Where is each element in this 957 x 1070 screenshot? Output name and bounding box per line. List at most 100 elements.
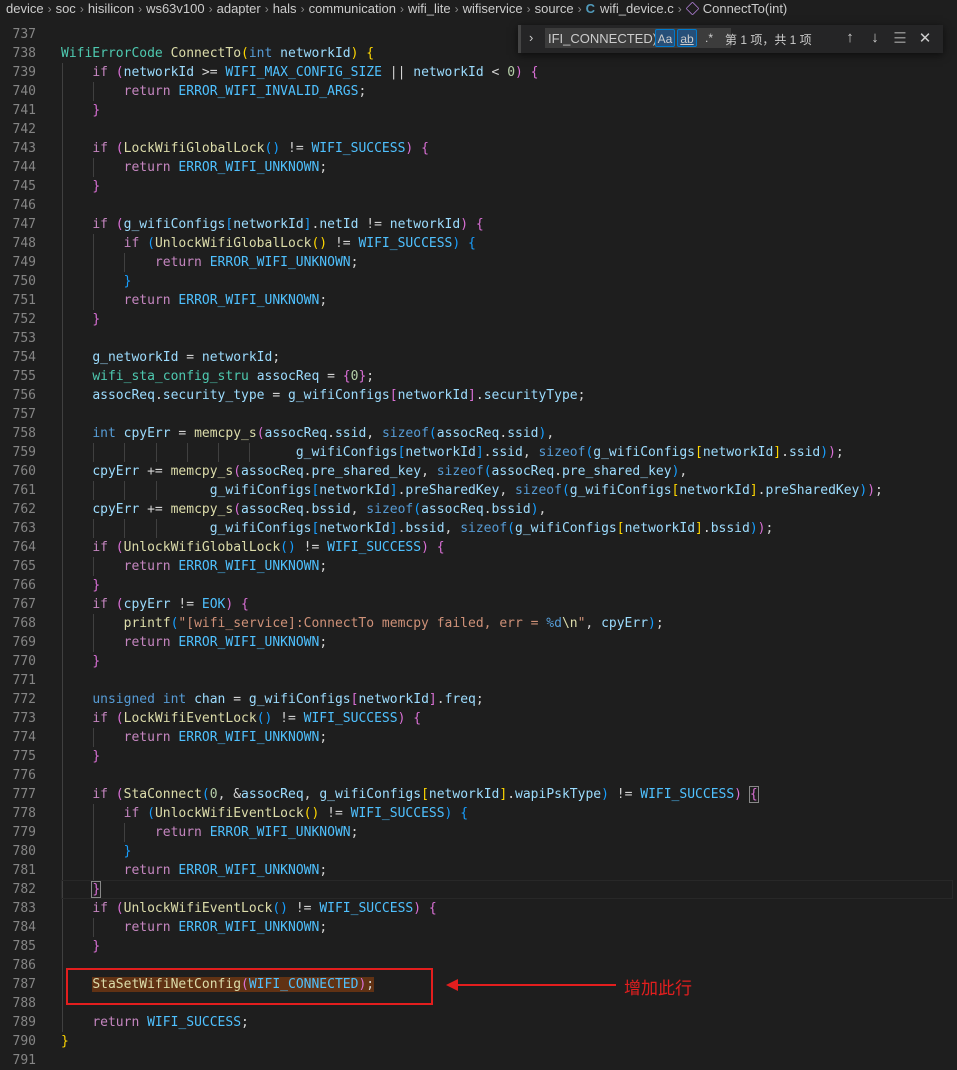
code-editor[interactable]: 737 738 WifiErrorCode ConnectTo(int networ…	[0, 0, 957, 1069]
current-line-highlight	[61, 880, 953, 899]
line-code: g_wifiConfigs[networkId].preSharedKey, s…	[209, 483, 883, 498]
code-line[interactable]: 781 return ERROR_WIFI_UNKNOWN;	[0, 861, 957, 880]
line-code: }	[123, 844, 132, 859]
code-line[interactable]: 768 printf("[wifi_service]:ConnectTo mem…	[0, 614, 957, 633]
code-line[interactable]: 744 return ERROR_WIFI_UNKNOWN;	[0, 158, 957, 177]
code-line[interactable]: 748 if (UnlockWifiGlobalLock() != WIFI_S…	[0, 234, 957, 253]
code-line[interactable]: 755 wifi_sta_config_stru assocReq = {0};	[0, 367, 957, 386]
breadcrumb-item-hals[interactable]: hals	[273, 1, 297, 16]
line-code: return ERROR_WIFI_UNKNOWN;	[123, 863, 328, 878]
chevron-right-icon: ›	[47, 1, 52, 16]
line-code: }	[61, 1034, 69, 1049]
previous-match-arrow-up-icon[interactable]: ↑	[840, 29, 860, 46]
chevron-right-icon: ›	[677, 1, 682, 16]
code-line[interactable]: 764 if (UnlockWifiGlobalLock() != WIFI_S…	[0, 538, 957, 557]
code-line[interactable]: 791	[0, 1051, 957, 1070]
code-line[interactable]: 762 cpyErr += memcpy_s(assocReq.bssid, s…	[0, 500, 957, 519]
code-line[interactable]: 772 unsigned int chan = g_wifiConfigs[ne…	[0, 690, 957, 709]
code-line[interactable]: 751 return ERROR_WIFI_UNKNOWN;	[0, 291, 957, 310]
breadcrumb-item-adapter[interactable]: adapter	[217, 1, 261, 16]
code-line[interactable]: 763 g_wifiConfigs[networkId].bssid, size…	[0, 519, 957, 538]
code-line[interactable]: 750 }	[0, 272, 957, 291]
code-line[interactable]: 785 }	[0, 937, 957, 956]
line-number: 737	[12, 27, 36, 42]
line-number: 745	[12, 179, 36, 194]
code-line[interactable]: 752 }	[0, 310, 957, 329]
line-code: cpyErr += memcpy_s(assocReq.bssid, sizeo…	[92, 502, 547, 517]
line-code: return ERROR_WIFI_UNKNOWN;	[154, 255, 359, 270]
indent-guide	[62, 956, 63, 975]
line-code: }	[92, 103, 101, 118]
code-line[interactable]: 757	[0, 405, 957, 424]
code-line[interactable]: 771	[0, 671, 957, 690]
code-line[interactable]: 775 }	[0, 747, 957, 766]
code-line[interactable]: 759 g_wifiConfigs[networkId].ssid, sizeo…	[0, 443, 957, 462]
line-number: 769	[12, 635, 36, 650]
line-code: }	[123, 274, 132, 289]
code-line[interactable]: 754 g_networkId = networkId;	[0, 348, 957, 367]
code-line[interactable]: 749 return ERROR_WIFI_UNKNOWN;	[0, 253, 957, 272]
line-code: }	[92, 749, 101, 764]
breadcrumb-item-hisilicon[interactable]: hisilicon	[88, 1, 134, 16]
code-line[interactable]: 742	[0, 120, 957, 139]
code-line[interactable]: 773 if (LockWifiEventLock() != WIFI_SUCC…	[0, 709, 957, 728]
indent-guide	[62, 671, 63, 690]
code-line[interactable]: 747 if (g_wifiConfigs[networkId].netId !…	[0, 215, 957, 234]
code-line[interactable]: 777 if (StaConnect(0, &assocReq, g_wifiC…	[0, 785, 957, 804]
next-match-arrow-down-icon[interactable]: ↓	[865, 29, 885, 46]
line-number: 762	[12, 502, 36, 517]
code-line[interactable]: 765 return ERROR_WIFI_UNKNOWN;	[0, 557, 957, 576]
code-line[interactable]: 774 return ERROR_WIFI_UNKNOWN;	[0, 728, 957, 747]
code-line[interactable]: 767 if (cpyErr != EOK) {	[0, 595, 957, 614]
code-line[interactable]: 739 if (networkId >= WIFI_MAX_CONFIG_SIZ…	[0, 63, 957, 82]
code-line[interactable]: 741 }	[0, 101, 957, 120]
line-code: return ERROR_WIFI_INVALID_ARGS;	[123, 84, 367, 99]
code-line[interactable]: 789 return WIFI_SUCCESS;	[0, 1013, 957, 1032]
code-line[interactable]: 760 cpyErr += memcpy_s(assocReq.pre_shar…	[0, 462, 957, 481]
line-number: 743	[12, 141, 36, 156]
line-number: 749	[12, 255, 36, 270]
code-line[interactable]: 745 }	[0, 177, 957, 196]
code-line[interactable]: 778 if (UnlockWifiEventLock() != WIFI_SU…	[0, 804, 957, 823]
toggle-replace-chevron-icon[interactable]: ›	[529, 30, 533, 45]
line-number: 759	[12, 445, 36, 460]
code-line[interactable]: 776	[0, 766, 957, 785]
code-line[interactable]: 766 }	[0, 576, 957, 595]
line-code: return ERROR_WIFI_UNKNOWN;	[123, 160, 328, 175]
code-line[interactable]: 784 return ERROR_WIFI_UNKNOWN;	[0, 918, 957, 937]
breadcrumb-item-device[interactable]: device	[6, 1, 44, 16]
code-line[interactable]: 769 return ERROR_WIFI_UNKNOWN;	[0, 633, 957, 652]
match-case-toggle[interactable]: Aa	[655, 29, 675, 47]
line-code: if (UnlockWifiGlobalLock() != WIFI_SUCCE…	[123, 236, 476, 251]
find-in-selection-icon[interactable]: ☰	[890, 29, 910, 47]
code-line[interactable]: 780 }	[0, 842, 957, 861]
breadcrumb-symbol[interactable]: ConnectTo(int)	[703, 1, 788, 16]
code-line[interactable]: 790}	[0, 1032, 957, 1051]
line-number: 770	[12, 654, 36, 669]
match-whole-word-toggle[interactable]: ab	[677, 29, 697, 47]
regex-toggle[interactable]: .*	[699, 29, 719, 47]
breadcrumb-item-wifiservice[interactable]: wifiservice	[463, 1, 523, 16]
close-find-icon[interactable]: ✕	[915, 29, 935, 47]
code-line[interactable]: 770 }	[0, 652, 957, 671]
indent-guide	[62, 196, 63, 215]
code-line[interactable]: 753	[0, 329, 957, 348]
line-number: 742	[12, 122, 36, 137]
code-line[interactable]: 746	[0, 196, 957, 215]
line-number: 748	[12, 236, 36, 251]
breadcrumb-item-wifi_lite[interactable]: wifi_lite	[408, 1, 451, 16]
code-line[interactable]: 758 int cpyErr = memcpy_s(assocReq.ssid,…	[0, 424, 957, 443]
code-line[interactable]: 779 return ERROR_WIFI_UNKNOWN;	[0, 823, 957, 842]
breadcrumb-item-ws63v100[interactable]: ws63v100	[146, 1, 205, 16]
code-line[interactable]: 782 }	[0, 880, 957, 899]
code-line[interactable]: 756 assocReq.security_type = g_wifiConfi…	[0, 386, 957, 405]
breadcrumb-item-soc[interactable]: soc	[56, 1, 76, 16]
code-line[interactable]: 761 g_wifiConfigs[networkId].preSharedKe…	[0, 481, 957, 500]
code-line[interactable]: 743 if (LockWifiGlobalLock() != WIFI_SUC…	[0, 139, 957, 158]
breadcrumb-item-source[interactable]: source	[535, 1, 574, 16]
breadcrumb-item-communication[interactable]: communication	[309, 1, 396, 16]
line-code: if (UnlockWifiEventLock() != WIFI_SUCCES…	[123, 806, 469, 821]
code-line[interactable]: 783 if (UnlockWifiEventLock() != WIFI_SU…	[0, 899, 957, 918]
code-line[interactable]: 740 return ERROR_WIFI_INVALID_ARGS;	[0, 82, 957, 101]
breadcrumb-file[interactable]: wifi_device.c	[600, 1, 674, 16]
